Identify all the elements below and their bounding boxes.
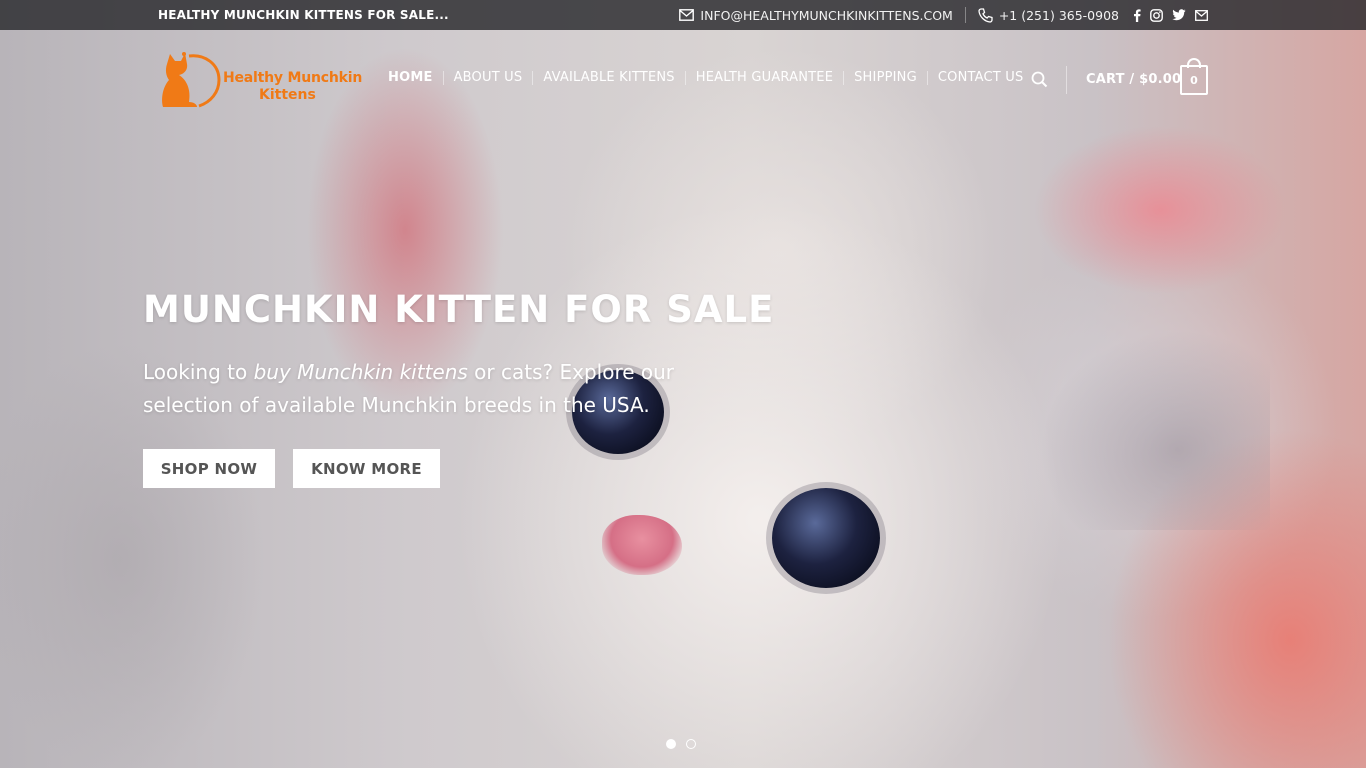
kitten-nose <box>602 515 682 575</box>
nav-contact-us[interactable]: CONTACT US <box>928 70 1034 85</box>
search-icon[interactable] <box>1031 71 1048 92</box>
top-bar-contacts: INFO@HEALTHYMUNCHKINKITTENS.COM +1 (251)… <box>679 0 1208 30</box>
kitten-right-eye <box>772 488 880 588</box>
nav-home[interactable]: HOME <box>378 70 443 85</box>
nav-shipping[interactable]: SHIPPING <box>844 70 927 85</box>
phone-icon <box>978 7 993 23</box>
envelope-icon[interactable] <box>1195 9 1208 21</box>
kitten-ear <box>1040 330 1270 530</box>
envelope-icon <box>679 9 695 21</box>
email-text: INFO@HEALTHYMUNCHKINKITTENS.COM <box>700 7 953 23</box>
top-bar-tagline: HEALTHY MUNCHKIN KITTENS FOR SALE... <box>158 8 449 22</box>
slider-dot-2[interactable] <box>686 739 696 749</box>
hero-text-start: Looking to <box>143 360 254 384</box>
nav-available-kittens[interactable]: AVAILABLE KITTENS <box>533 70 684 85</box>
facebook-icon[interactable] <box>1133 8 1141 22</box>
phone-text: +1 (251) 365-0908 <box>998 7 1119 23</box>
nav-about-us[interactable]: ABOUT US <box>444 70 533 85</box>
know-more-button[interactable]: KNOW MORE <box>293 449 440 488</box>
top-bar-separator <box>964 7 966 23</box>
hero-text-emphasis[interactable]: buy Munchkin kittens <box>254 360 468 384</box>
social-links <box>1133 8 1208 22</box>
logo-line-2: Kittens <box>259 87 316 103</box>
shop-now-button[interactable]: SHOP NOW <box>143 449 275 488</box>
hero-title: MUNCHKIN KITTEN FOR SALE <box>143 288 775 331</box>
cart-link[interactable]: CART / $0.00 <box>1086 72 1181 87</box>
nav-health-guarantee[interactable]: HEALTH GUARANTEE <box>686 70 843 85</box>
cat-logo-icon <box>162 52 221 108</box>
header-separator <box>1066 66 1067 94</box>
slider-dot-1[interactable] <box>666 739 676 749</box>
slider-dots <box>666 739 696 749</box>
email-link[interactable]: INFO@HEALTHYMUNCHKINKITTENS.COM <box>679 7 953 23</box>
phone-link[interactable]: +1 (251) 365-0908 <box>978 8 1119 23</box>
logo-line-1: Healthy Munchkin <box>223 70 363 86</box>
site-logo[interactable]: Healthy Munchkin Kittens <box>157 50 362 112</box>
cart-count-badge[interactable]: 0 <box>1180 58 1208 95</box>
main-nav: HOME ABOUT US AVAILABLE KITTENS HEALTH G… <box>378 70 1033 85</box>
instagram-icon[interactable] <box>1150 8 1163 22</box>
twitter-icon[interactable] <box>1172 9 1186 21</box>
site-header: Healthy Munchkin Kittens HOME ABOUT US A… <box>0 30 1366 130</box>
top-bar: HEALTHY MUNCHKIN KITTENS FOR SALE... INF… <box>0 0 1366 30</box>
hero-text: Looking to buy Munchkin kittens or cats?… <box>143 356 763 422</box>
